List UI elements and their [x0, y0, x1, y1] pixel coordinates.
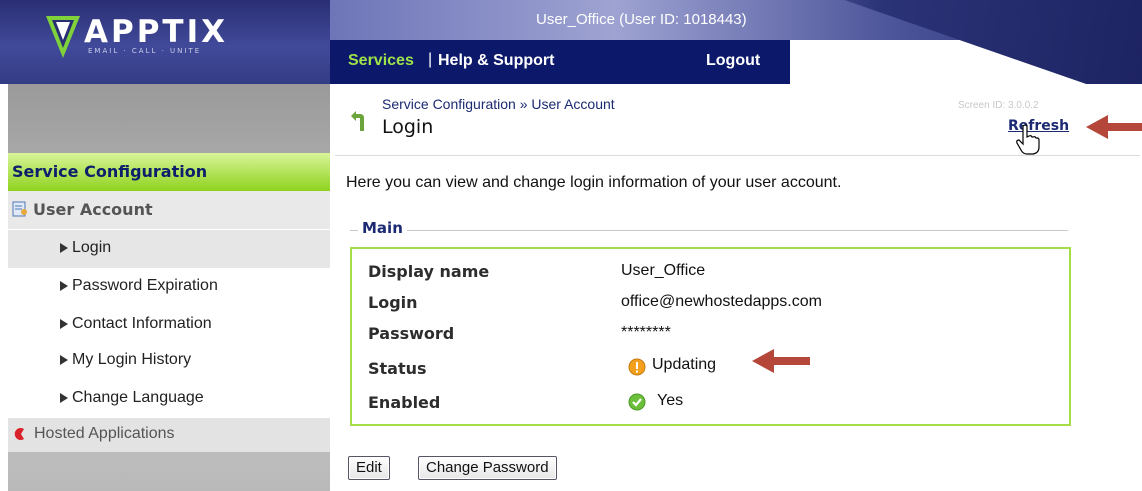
status-label: Status	[368, 359, 427, 378]
user-label: User_Office (User ID: 1018443)	[536, 11, 747, 28]
main-nav: Services | Help & Support Logout	[330, 40, 790, 84]
sidebar-title-label: Service Configuration	[12, 162, 208, 181]
password-value: ********	[621, 324, 671, 341]
login-value: office@newhostedapps.com	[621, 293, 822, 310]
nav-separator: |	[428, 51, 433, 68]
password-label: Password	[368, 324, 455, 343]
edit-button[interactable]: Edit	[348, 456, 390, 480]
logo-text: APPTIX	[84, 14, 229, 50]
apptix-logo-icon	[46, 16, 80, 58]
check-icon	[628, 393, 646, 411]
fieldset-line	[350, 230, 1068, 231]
triangle-right-icon	[60, 355, 68, 365]
triangle-right-icon	[60, 393, 68, 403]
triangle-right-icon	[60, 281, 68, 291]
annotation-arrow-icon	[752, 349, 810, 373]
logo-tagline: EMAIL · CALL · UNITE	[88, 47, 202, 55]
sidebar-item-label: Contact Information	[72, 315, 212, 332]
sidebar: Service Configuration User Account Login…	[8, 84, 330, 491]
header-divider	[335, 155, 1140, 156]
triangle-right-icon	[60, 319, 68, 329]
fieldset-legend: Main	[358, 219, 407, 237]
sidebar-item-change-language[interactable]: Change Language	[8, 380, 330, 418]
login-label: Login	[368, 293, 418, 312]
top-bar: User_Office (User ID: 1018443) Services …	[330, 0, 1142, 84]
display-name-label: Display name	[368, 262, 490, 281]
page-title: Login	[382, 116, 434, 138]
sidebar-title[interactable]: Service Configuration	[8, 153, 330, 191]
annotation-arrow-icon	[1086, 115, 1142, 139]
sidebar-footer-label: Hosted Applications	[34, 425, 175, 442]
screen-id: Screen ID: 3.0.0.2	[958, 100, 1039, 111]
enabled-value: Yes	[657, 392, 684, 409]
breadcrumb[interactable]: Service Configuration » User Account	[382, 96, 615, 112]
warning-icon	[628, 358, 646, 376]
logo[interactable]: APPTIX EMAIL · CALL · UNITE	[0, 0, 330, 84]
user-account-icon	[12, 201, 27, 217]
header: APPTIX EMAIL · CALL · UNITE User_Office …	[0, 0, 1142, 84]
sidebar-item-label: Login	[72, 239, 112, 256]
sidebar-item-label: My Login History	[72, 351, 192, 368]
triangle-right-icon	[60, 243, 68, 253]
enabled-label: Enabled	[368, 393, 441, 412]
sidebar-item-label: Change Language	[72, 389, 204, 406]
status-value: Updating	[652, 356, 717, 373]
intro-text: Here you can view and change login infor…	[346, 174, 842, 191]
login-details-box: Display name User_Office Login office@ne…	[350, 247, 1071, 426]
nav-help-support[interactable]: Help & Support	[438, 52, 554, 70]
sidebar-section-label: User Account	[33, 200, 153, 219]
sidebar-item-hosted-applications[interactable]: Hosted Applications	[8, 418, 330, 452]
sidebar-section-user-account[interactable]: User Account	[8, 191, 330, 230]
hand-cursor-icon	[1016, 124, 1040, 155]
nav-services[interactable]: Services	[348, 52, 414, 70]
nav-logout[interactable]: Logout	[706, 52, 760, 70]
sidebar-item-label: Password Expiration	[72, 277, 218, 294]
sidebar-item-login[interactable]: Login	[8, 230, 330, 268]
display-name-value: User_Office	[621, 262, 706, 279]
hosted-apps-icon	[14, 428, 24, 440]
sidebar-item-login-history[interactable]: My Login History	[8, 342, 330, 380]
sidebar-item-password-expiration[interactable]: Password Expiration	[8, 268, 330, 306]
sidebar-item-contact-information[interactable]: Contact Information	[8, 306, 330, 344]
back-arrow-icon[interactable]	[350, 110, 368, 132]
change-password-button[interactable]: Change Password	[418, 456, 557, 480]
